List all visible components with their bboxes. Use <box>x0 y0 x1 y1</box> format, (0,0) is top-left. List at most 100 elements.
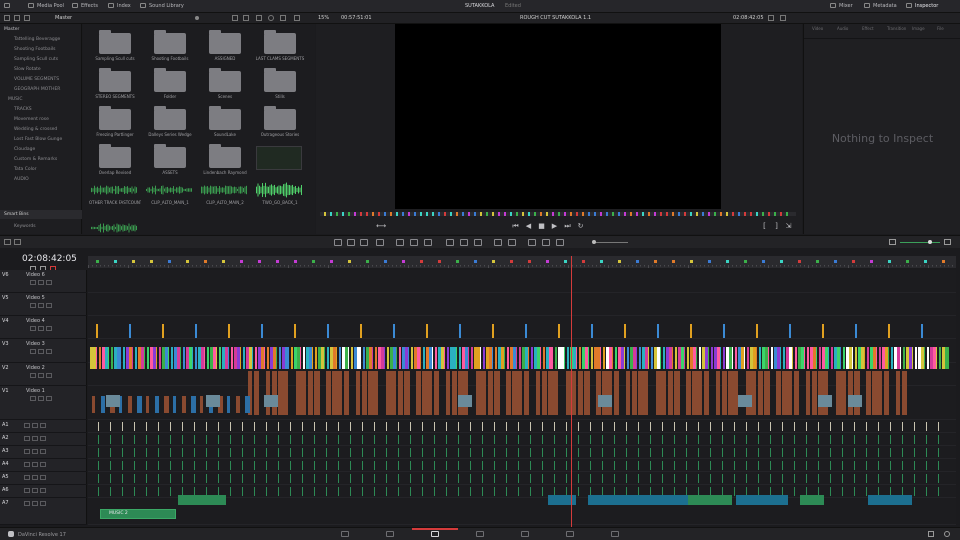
track-header-v1[interactable]: V1 Video 1 <box>0 386 87 420</box>
marker-icon[interactable] <box>508 239 516 246</box>
layout-icon[interactable] <box>4 239 11 245</box>
metadata-button[interactable]: Metadata <box>864 3 897 9</box>
view-options-icon[interactable] <box>280 15 286 21</box>
options-icon[interactable] <box>768 15 774 21</box>
track-header-a4[interactable]: A4 <box>0 459 87 472</box>
media-folder[interactable]: ASSETS <box>144 142 196 178</box>
bin-item[interactable]: Lost Fast Blow Gunge <box>0 135 81 145</box>
bin-item[interactable]: Sampling Scull cuts <box>0 55 81 65</box>
zoom-level[interactable]: 15% <box>318 15 329 21</box>
lock-icon[interactable] <box>24 488 30 493</box>
solo-icon[interactable] <box>40 423 46 428</box>
mute-icon[interactable] <box>38 280 44 285</box>
track-name[interactable]: Video 1 <box>26 388 45 394</box>
track-name[interactable]: Video 5 <box>26 295 45 301</box>
color-page-icon[interactable] <box>521 531 529 537</box>
bin-item[interactable]: Slow Rotate <box>0 65 81 75</box>
solo-icon[interactable] <box>46 280 52 285</box>
inspector-tab[interactable]: Transition <box>887 26 906 31</box>
timeline-options-icon[interactable] <box>14 239 21 245</box>
mute-icon[interactable] <box>32 462 38 467</box>
insert-clip-icon[interactable] <box>396 239 404 246</box>
media-folder[interactable]: Sampling Scull cuts <box>89 28 141 64</box>
mute-icon[interactable] <box>38 303 44 308</box>
sidebar-toggle-icon[interactable] <box>4 15 10 21</box>
solo-icon[interactable] <box>40 488 46 493</box>
timeline-clips[interactable] <box>88 270 956 525</box>
bin-item[interactable]: Tata Color <box>0 165 81 175</box>
sound-library-button[interactable]: Sound Library <box>140 3 184 9</box>
inspector-button[interactable]: Inspector <box>906 3 938 9</box>
match-frame-icon[interactable]: ⇲ <box>784 222 793 230</box>
mark-out-icon[interactable]: ] <box>772 222 781 230</box>
keywords-bin[interactable]: Keywords <box>14 224 36 229</box>
inspector-tab[interactable]: Video <box>812 26 823 31</box>
inspector-tab[interactable]: Effect <box>862 26 874 31</box>
audio-meter-icon[interactable] <box>944 239 951 245</box>
solo-icon[interactable] <box>46 326 52 331</box>
mute-icon[interactable] <box>38 349 44 354</box>
fairlight-page-icon[interactable] <box>566 531 574 537</box>
solo-icon[interactable] <box>40 436 46 441</box>
mute-icon[interactable] <box>32 475 38 480</box>
cut-page-icon[interactable] <box>386 531 394 537</box>
track-name[interactable]: Video 6 <box>26 272 45 278</box>
lock-icon[interactable] <box>24 475 30 480</box>
volume-slider-handle[interactable] <box>928 240 932 244</box>
media-pool-button[interactable]: Media Pool <box>28 3 64 9</box>
selection-tool-icon[interactable] <box>334 239 342 246</box>
chevron-down-icon[interactable] <box>195 16 199 20</box>
grid-view-icon[interactable] <box>232 15 238 21</box>
linked-selection-icon[interactable] <box>460 239 468 246</box>
back-icon[interactable] <box>14 15 20 21</box>
lock-icon[interactable] <box>30 373 36 378</box>
lock-icon[interactable] <box>30 280 36 285</box>
solo-icon[interactable] <box>40 449 46 454</box>
solo-icon[interactable] <box>40 475 46 480</box>
solo-icon[interactable] <box>46 349 52 354</box>
bin-item[interactable]: Cloudage <box>0 145 81 155</box>
media-folder[interactable]: Dalleys Series Wedge <box>144 104 196 140</box>
lock-icon[interactable] <box>24 449 30 454</box>
home-icon[interactable] <box>928 531 934 537</box>
flag-icon[interactable] <box>494 239 502 246</box>
lock-icon[interactable] <box>30 349 36 354</box>
media-folder[interactable]: SoundLake <box>199 104 251 140</box>
track-header-v2[interactable]: V2 Video 2 <box>0 363 87 386</box>
lock-icon[interactable] <box>30 396 36 401</box>
fusion-page-icon[interactable] <box>476 531 484 537</box>
smart-bins-header[interactable]: Smart Bins <box>0 210 82 219</box>
media-folder[interactable]: Stills <box>254 66 306 102</box>
music-clip[interactable]: MUSIC 2 <box>100 509 176 519</box>
workspace-icon[interactable] <box>4 3 13 9</box>
mute-icon[interactable] <box>38 373 44 378</box>
bin-item[interactable]: MUSIC <box>0 95 81 105</box>
lock-icon[interactable] <box>24 462 30 467</box>
bin-item[interactable]: Custom & Remarks <box>0 155 81 165</box>
bin-item[interactable]: VOLUME SEGMENTS <box>0 75 81 85</box>
dynamic-trim-icon[interactable] <box>360 239 368 246</box>
track-name[interactable]: Video 3 <box>26 341 45 347</box>
bin-name[interactable]: Master <box>55 15 72 21</box>
mute-icon[interactable] <box>38 396 44 401</box>
track-header-a7[interactable]: A7 <box>0 498 87 525</box>
track-header-a2[interactable]: A2 <box>0 433 87 446</box>
deliver-page-icon[interactable] <box>611 531 619 537</box>
mixer-button[interactable]: Mixer <box>830 3 853 9</box>
playhead[interactable] <box>571 256 572 527</box>
lock-icon[interactable] <box>30 303 36 308</box>
solo-icon[interactable] <box>40 462 46 467</box>
timeline-ruler[interactable] <box>88 256 956 268</box>
media-folder[interactable]: Freezing Partlinger <box>89 104 141 140</box>
media-audio-clip[interactable]: CLIP_ALTO_MAIN_2 <box>199 176 251 212</box>
viewer-options-icon[interactable]: ⟷ <box>376 222 386 230</box>
lock-icon[interactable] <box>24 501 30 506</box>
viewer-scrub-bar[interactable] <box>320 212 796 216</box>
trim-tool-icon[interactable] <box>347 239 355 246</box>
edit-index-button[interactable]: Index <box>108 3 131 9</box>
media-folder[interactable]: Scenes <box>199 66 251 102</box>
zoom-custom-icon[interactable] <box>556 239 564 246</box>
lock-icon[interactable] <box>24 423 30 428</box>
mute-icon[interactable] <box>32 436 38 441</box>
track-header-v3[interactable]: V3 Video 3 <box>0 339 87 363</box>
